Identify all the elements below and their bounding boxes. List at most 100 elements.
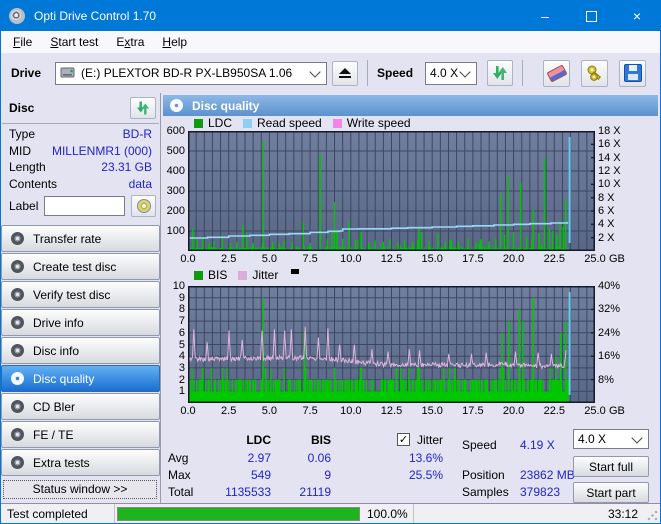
start-part-button[interactable]: Start part [573,482,649,503]
resize-grip[interactable] [647,510,658,521]
avg-ldc-value: 2.97 [247,451,271,465]
ldc-column-header: LDC [246,433,271,447]
sidebar-item-label: Disc quality [33,371,95,386]
refresh-button[interactable] [487,60,514,86]
axis-tick-label: 5.0 [261,405,278,417]
axis-tick-label: 10 [172,280,185,292]
axis-tick-label: 8 [178,303,185,316]
write-label-button[interactable] [131,195,156,217]
test-speed-select[interactable]: 4.0 X [573,429,649,449]
axis-tick-label: 7 [178,315,185,328]
erase-disc-button[interactable] [543,59,571,87]
axis-tick-label: 6 X [598,205,615,217]
axis-tick-label: 2.5 [221,405,237,417]
field-label: Type [9,127,36,142]
disc-icon [11,400,24,413]
axis-tick-label: 2 X [598,231,615,244]
save-icon [623,64,642,82]
sidebar-item-label: Verify test disc [33,287,111,302]
menu-help[interactable]: Help [153,33,196,51]
axis-tick-label: 22.5 [543,253,565,265]
eraser-icon [546,63,568,83]
axis-tick-label: 1 [178,385,185,398]
options-button[interactable] [581,59,609,87]
max-row-label: Max [168,468,191,482]
disc-icon [11,456,24,469]
sidebar-item-create-test-disc[interactable]: Create test disc [1,253,160,280]
maximize-button[interactable] [568,1,614,31]
max-ldc-value: 549 [250,468,271,482]
disc-icon [11,372,24,385]
menu-extra[interactable]: Extra [107,33,153,51]
axis-unit-label: GB [609,405,625,417]
speed-stat-label: Speed [462,438,497,452]
field-label: Contents [9,176,58,191]
axis-tick-label: 15.0 [421,253,443,265]
axis-tick-label: 2.5 [221,253,237,265]
total-bis-value: 21119 [299,485,331,499]
status-window-button[interactable]: Status window >> [3,480,157,499]
legend-label: LDC [208,116,233,130]
jitter-checkbox[interactable]: ✓ [397,433,410,446]
sidebar-nav: Transfer rate Create test disc Verify te… [1,225,160,476]
samples-stat-value: 379823 [520,485,561,499]
position-stat-label: Position [462,468,505,482]
avg-bis-value: 0.06 [307,451,331,465]
sidebar-item-extra-tests[interactable]: Extra tests [1,449,160,476]
menu-start-test[interactable]: Start test [41,33,107,51]
save-button[interactable] [619,59,647,87]
start-full-button[interactable]: Start full [573,456,649,477]
axis-tick-label: 32% [598,303,621,316]
disc-icon [11,260,24,273]
results-panel: LDC BIS ✓ Jitter Avg 2.97 0.06 13.6% Max… [161,421,660,506]
disc-refresh-button[interactable] [130,97,156,119]
field-label: MID [9,143,31,158]
menu-file[interactable]: File [4,33,41,51]
sidebar-item-label: FE / TE [33,427,74,442]
sidebar-item-drive-info[interactable]: Drive info [1,309,160,336]
sidebar-item-disc-info[interactable]: Disc info [1,337,160,364]
field-value: 23.31 GB [101,160,152,175]
axis-tick-label: 3 [178,361,185,374]
label-input[interactable] [44,196,125,216]
eject-button[interactable] [332,60,359,86]
axis-tick-label: 6 [178,326,185,339]
cd-icon [136,199,151,213]
sidebar-item-label: Create test disc [33,259,117,274]
axis-tick-label: 0.0 [180,253,196,265]
sidebar-item-transfer-rate[interactable]: Transfer rate [1,225,160,252]
sidebar-item-label: CD Bler [33,399,76,414]
toolbar-separator [367,60,369,86]
close-button[interactable]: × [614,1,660,31]
disc-field-type: Type BD-R [1,126,160,143]
total-row-label: Total [168,485,194,499]
speed-select[interactable]: 4.0 X [425,61,478,85]
axis-tick-label: 24% [598,326,621,339]
speed-label: Speed [377,66,414,80]
main-panel: Disc quality LDC Read speed Write speed 6 0… [161,93,660,503]
axis-tick-label: 4 [178,350,185,363]
page-title: Disc quality [192,98,260,113]
toolbar-separator [522,60,524,86]
sidebar-item-fe-te[interactable]: FE / TE [1,421,160,448]
axis-tick-label: 2 [178,373,185,386]
title-bar: Opti Drive Control 1.70 – × [1,1,660,31]
chart1-legend: LDC Read speed Write speed [194,116,417,130]
axis-tick-label: 8 X [598,191,615,204]
disc-field-mid: MID MILLENMR1 (000) [1,143,160,160]
eject-icon [339,67,352,79]
disc-icon [11,288,24,301]
sidebar-item-disc-quality[interactable]: Disc quality [1,365,160,392]
axis-tick-label: 25.0 [584,405,606,417]
sidebar-item-verify-test-disc[interactable]: Verify test disc [1,281,160,308]
legend-label: Write speed [346,116,411,130]
drive-select[interactable]: (E:) PLEXTOR BD-R PX-LB950SA 1.06 [55,61,328,85]
legend-label: BIS [208,268,228,282]
sidebar-item-cd-bler[interactable]: CD Bler [1,393,160,420]
minimize-button[interactable]: – [522,1,568,31]
drive-icon [60,67,75,78]
axis-tick-label: 10 X [598,178,621,191]
drive-value: (E:) PLEXTOR BD-R PX-LB950SA 1.06 [81,66,293,80]
test-speed-value: 4.0 X [578,432,607,446]
read-speed-legend-swatch [243,118,253,128]
